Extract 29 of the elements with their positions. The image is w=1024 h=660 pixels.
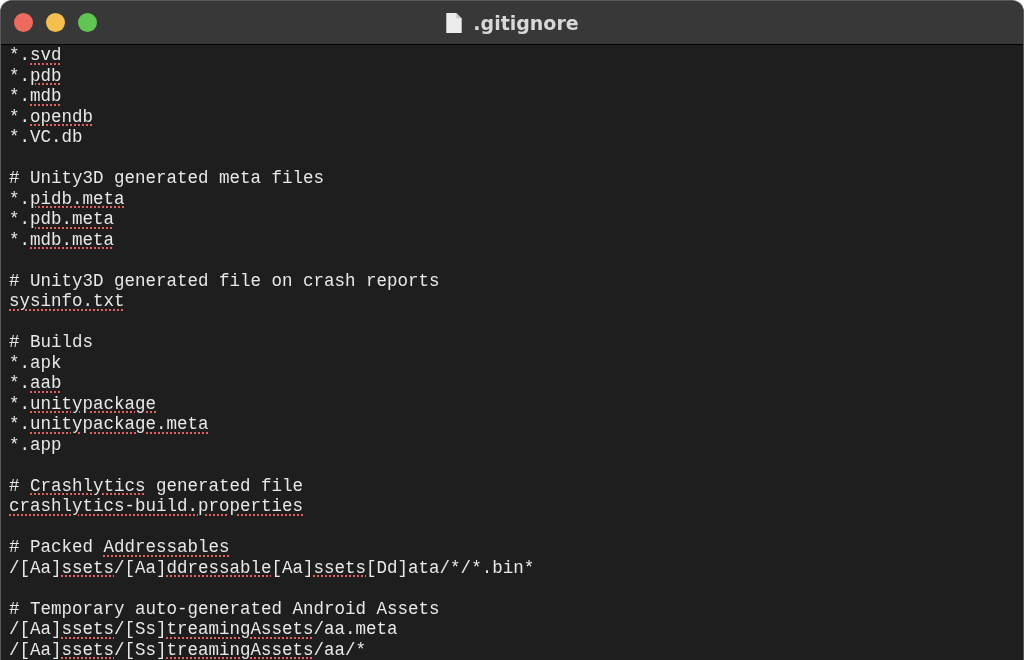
text-line: *.apk (9, 352, 62, 373)
text-line: sysinfo.txt (9, 291, 125, 312)
text-line: *.mdb (9, 86, 62, 107)
text-line: *.app (9, 434, 62, 455)
text-line: *.aab (9, 373, 62, 394)
close-button[interactable] (14, 13, 33, 32)
text-line: *.pdb.meta (9, 209, 115, 230)
text-line: *.VC.db (9, 127, 83, 148)
text-line: *.svd (9, 45, 62, 66)
text-line: crashlytics-build.properties (9, 496, 304, 517)
text-line: *.unitypackage.meta (9, 414, 209, 435)
text-line: /[Aa]ssets/[Aa]ddressable[Aa]ssets[Dd]ata/*/*.bin* (9, 557, 535, 578)
text-line: *.pidb.meta (9, 188, 125, 209)
text-line: # Builds (9, 332, 93, 353)
document-icon (445, 11, 464, 34)
text-line: /[Aa]ssets/[Ss]treamingAssets/aa.meta (9, 619, 398, 640)
minimize-button[interactable] (46, 13, 65, 32)
text-line: # Unity3D generated file on crash reports (9, 270, 440, 291)
text-line: *.pdb (9, 65, 62, 86)
text-line: # Crashlytics generated file (9, 475, 304, 496)
text-line: *.opendb (9, 106, 94, 127)
text-line: *.mdb.meta (9, 229, 115, 250)
window-title: .gitignore (473, 11, 579, 34)
text-line: /[Aa]ssets/[Ss]treamingAssets/aa/* (9, 639, 367, 660)
text-line: # Temporary auto-generated Android Assets (9, 598, 440, 619)
zoom-button[interactable] (78, 13, 97, 32)
text-line: *.unitypackage (9, 393, 157, 414)
text-line: # Packed Addressables (9, 537, 230, 558)
text-line: # Unity3D generated meta files (9, 168, 325, 189)
